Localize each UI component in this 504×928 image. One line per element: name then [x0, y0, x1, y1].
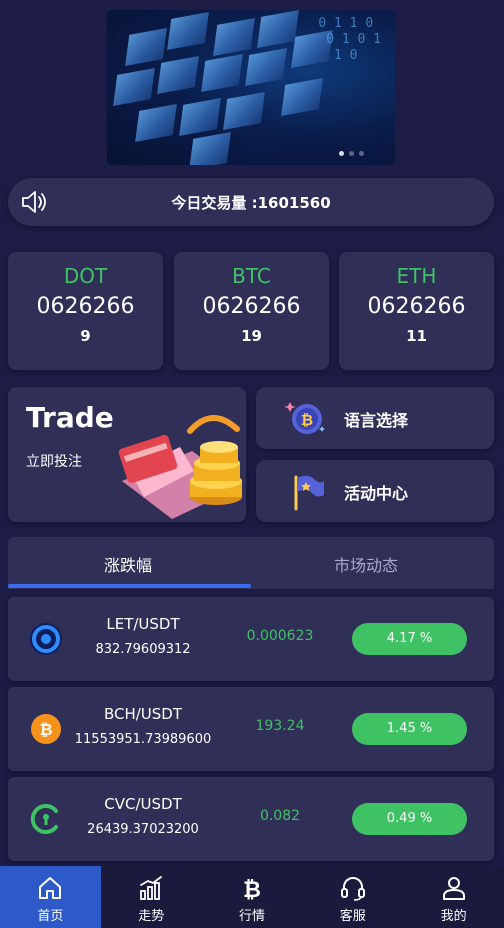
market-tabs: 涨跌幅 市场动态: [8, 537, 494, 589]
market-row-let[interactable]: LET/USDT 832.79609312 0.000623 4.17 %: [8, 597, 494, 681]
trade-volume-text: 今日交易量 :1601560: [171, 193, 331, 212]
svg-text:₿: ₿: [301, 411, 313, 429]
banner-cube: [179, 97, 221, 137]
banner-cube: [113, 67, 155, 107]
change-badge[interactable]: 0.49 %: [352, 803, 467, 835]
pair-price: 0.082: [259, 808, 301, 824]
nav-label: 行情: [238, 909, 265, 924]
coin-card-dot[interactable]: DOT 0626266 9: [8, 252, 163, 370]
coin-count: 9: [80, 327, 91, 345]
nav-label: 走势: [138, 909, 165, 924]
banner-cube: [125, 27, 167, 67]
nav-home[interactable]: 首页: [0, 866, 101, 928]
bottom-nav: 首页 走势 ₿ 行情 客服 我的: [0, 866, 504, 928]
home-icon: [39, 877, 62, 899]
language-select-button[interactable]: ₿ 语言选择: [256, 387, 494, 449]
nav-label: 首页: [37, 909, 64, 924]
pair-name: BCH/USDT: [103, 705, 183, 723]
banner-cube: [189, 131, 231, 165]
banner-cube: [223, 91, 265, 131]
coin-symbol: ETH: [396, 264, 437, 288]
coin-value: 0626266: [367, 294, 466, 319]
trade-subtitle: 立即投注: [26, 454, 82, 470]
user-icon: [442, 877, 465, 900]
banner-cube: [213, 17, 255, 57]
banner-cube: [157, 55, 199, 95]
trend-chart-icon: [140, 876, 163, 900]
pair-price: 193.24: [255, 718, 305, 734]
svg-text:₿: ₿: [39, 720, 52, 739]
change-badge[interactable]: 1.45 %: [352, 713, 467, 745]
banner-binary-digits: 0 1 1 0 0 1 0 1 1 0: [318, 16, 381, 63]
bitcoin-icon: ₿: [243, 878, 261, 901]
banner-cube: [281, 77, 323, 117]
language-select-label: 语言选择: [344, 411, 409, 430]
coin-card-eth[interactable]: ETH 0626266 11: [339, 252, 494, 370]
activity-center-label: 活动中心: [344, 484, 409, 503]
tab-price-change[interactable]: 涨跌幅: [104, 552, 152, 576]
banner-cube: [245, 47, 287, 87]
trade-title: Trade: [26, 401, 114, 434]
coin-count: 19: [241, 327, 262, 345]
banner-cube: [257, 10, 299, 49]
coin-symbol: DOT: [63, 264, 108, 288]
banner-cube: [167, 11, 209, 51]
carousel-dot[interactable]: [339, 151, 344, 156]
banner-cube: [201, 53, 243, 93]
svg-text:₿: ₿: [243, 878, 261, 901]
pair-name: LET/USDT: [106, 615, 180, 633]
tab-market-news[interactable]: 市场动态: [334, 552, 398, 576]
market-row-bch[interactable]: ₿ BCH/USDT 11553951.73989600 193.24 1.45…: [8, 687, 494, 771]
headset-icon: [340, 877, 365, 901]
change-badge[interactable]: 4.17 %: [352, 623, 467, 655]
market-row-cvc[interactable]: CVC/USDT 26439.37023200 0.082 0.49 %: [8, 777, 494, 861]
trade-volume-notice[interactable]: 今日交易量 :1601560: [8, 178, 494, 226]
nav-market[interactable]: ₿ 行情: [202, 866, 303, 928]
hero-banner[interactable]: 0 1 1 0 0 1 0 1 1 0: [107, 10, 395, 165]
trade-card[interactable]: Trade 立即投注: [8, 387, 246, 522]
nav-trend[interactable]: 走势: [101, 866, 202, 928]
pair-name: CVC/USDT: [104, 795, 182, 813]
bitcoin-coin-icon: ₿: [284, 402, 325, 434]
trade-illustration: [118, 415, 242, 519]
carousel-dot[interactable]: [359, 151, 364, 156]
coin-symbol: BTC: [232, 264, 271, 288]
coin-card-btc[interactable]: BTC 0626266 19: [174, 252, 329, 370]
coin-count: 11: [406, 327, 427, 345]
carousel-dots[interactable]: [339, 151, 364, 156]
nav-label: 我的: [440, 909, 467, 924]
speaker-icon: [22, 191, 46, 213]
coin-value: 0626266: [36, 294, 135, 319]
nav-label: 客服: [339, 909, 366, 924]
nav-service[interactable]: 客服: [302, 866, 403, 928]
pair-volume: 832.79609312: [95, 642, 191, 657]
coin-value: 0626266: [202, 294, 301, 319]
carousel-dot[interactable]: [349, 151, 354, 156]
active-tab-underline: [8, 584, 251, 588]
pair-volume: 26439.37023200: [87, 822, 199, 837]
banner-cube: [135, 103, 177, 143]
pair-price: 0.000623: [246, 628, 314, 644]
flag-icon: [294, 475, 324, 511]
nav-profile[interactable]: 我的: [403, 866, 504, 928]
pair-volume: 11553951.73989600: [74, 732, 212, 747]
activity-center-button[interactable]: 活动中心: [256, 460, 494, 522]
